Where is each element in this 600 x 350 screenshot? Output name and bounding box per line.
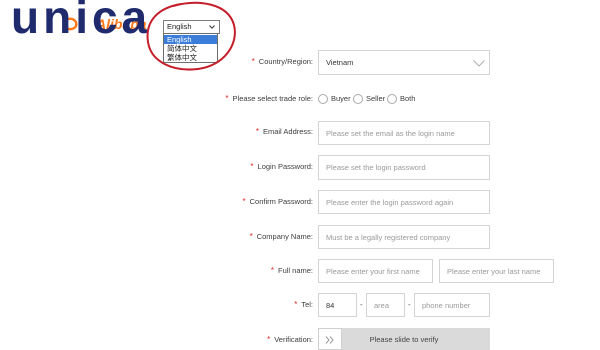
country-label-text: Country/Region: <box>258 57 313 66</box>
verification-label-text: Verification: <box>274 335 313 344</box>
login-password-input[interactable] <box>318 155 490 180</box>
slider-instruction: Please slide to verify <box>369 335 439 344</box>
first-name-input[interactable] <box>318 259 433 283</box>
trade-role-label-text: Please select trade role: <box>232 94 313 103</box>
country-label: * Country/Region: <box>252 57 313 67</box>
chevron-down-icon <box>473 60 485 67</box>
confirm-password-label-text: Confirm Password: <box>249 197 313 206</box>
full-name-label-text: Full name: <box>277 266 313 275</box>
seller-radio-label[interactable]: Seller <box>366 94 385 104</box>
verification-label: * Verification: <box>267 335 313 345</box>
login-password-label: * Login Password: <box>250 162 313 172</box>
company-name-label: * Company Name: <box>250 232 313 242</box>
both-radio[interactable] <box>387 94 397 104</box>
trade-role-label: * Please select trade role: <box>225 94 313 104</box>
required-mark: * <box>249 232 253 241</box>
email-label: * Email Address: <box>256 127 313 137</box>
full-name-label: * Full name: <box>271 266 313 276</box>
login-password-label-text: Login Password: <box>257 162 313 171</box>
tel-separator: - <box>360 300 363 309</box>
confirm-password-input[interactable] <box>318 190 490 214</box>
annotation-circle <box>146 1 236 71</box>
confirm-password-label: * Confirm Password: <box>243 197 313 207</box>
email-input[interactable] <box>318 121 490 145</box>
phone-number-input[interactable] <box>414 293 490 317</box>
tel-separator: - <box>408 300 411 309</box>
company-name-input[interactable] <box>318 225 490 249</box>
both-radio-label[interactable]: Both <box>400 94 415 104</box>
required-mark: * <box>225 94 229 103</box>
buyer-radio-label[interactable]: Buyer <box>331 94 351 104</box>
tel-label-text: Tel: <box>301 300 313 309</box>
buyer-radio[interactable] <box>318 94 328 104</box>
required-mark: * <box>270 266 274 275</box>
tel-label: * Tel: <box>294 300 313 310</box>
slider-handle[interactable] <box>318 328 342 350</box>
required-mark: * <box>242 197 246 206</box>
company-name-label-text: Company Name: <box>256 232 313 241</box>
required-mark: * <box>267 335 271 344</box>
country-select[interactable]: Vietnam <box>318 50 490 75</box>
email-label-text: Email Address: <box>262 127 313 136</box>
country-code-input[interactable] <box>318 293 357 317</box>
required-mark: * <box>294 300 298 309</box>
last-name-input[interactable] <box>439 259 554 283</box>
country-select-value: Vietnam <box>326 58 354 67</box>
unica-watermark-logo: unica <box>11 0 152 43</box>
required-mark: * <box>250 162 254 171</box>
double-chevron-right-icon <box>325 336 334 344</box>
verification-slider[interactable]: Please slide to verify <box>318 328 490 350</box>
required-mark: * <box>251 57 255 66</box>
area-code-input[interactable] <box>366 293 405 317</box>
seller-radio[interactable] <box>353 94 363 104</box>
required-mark: * <box>255 127 259 136</box>
